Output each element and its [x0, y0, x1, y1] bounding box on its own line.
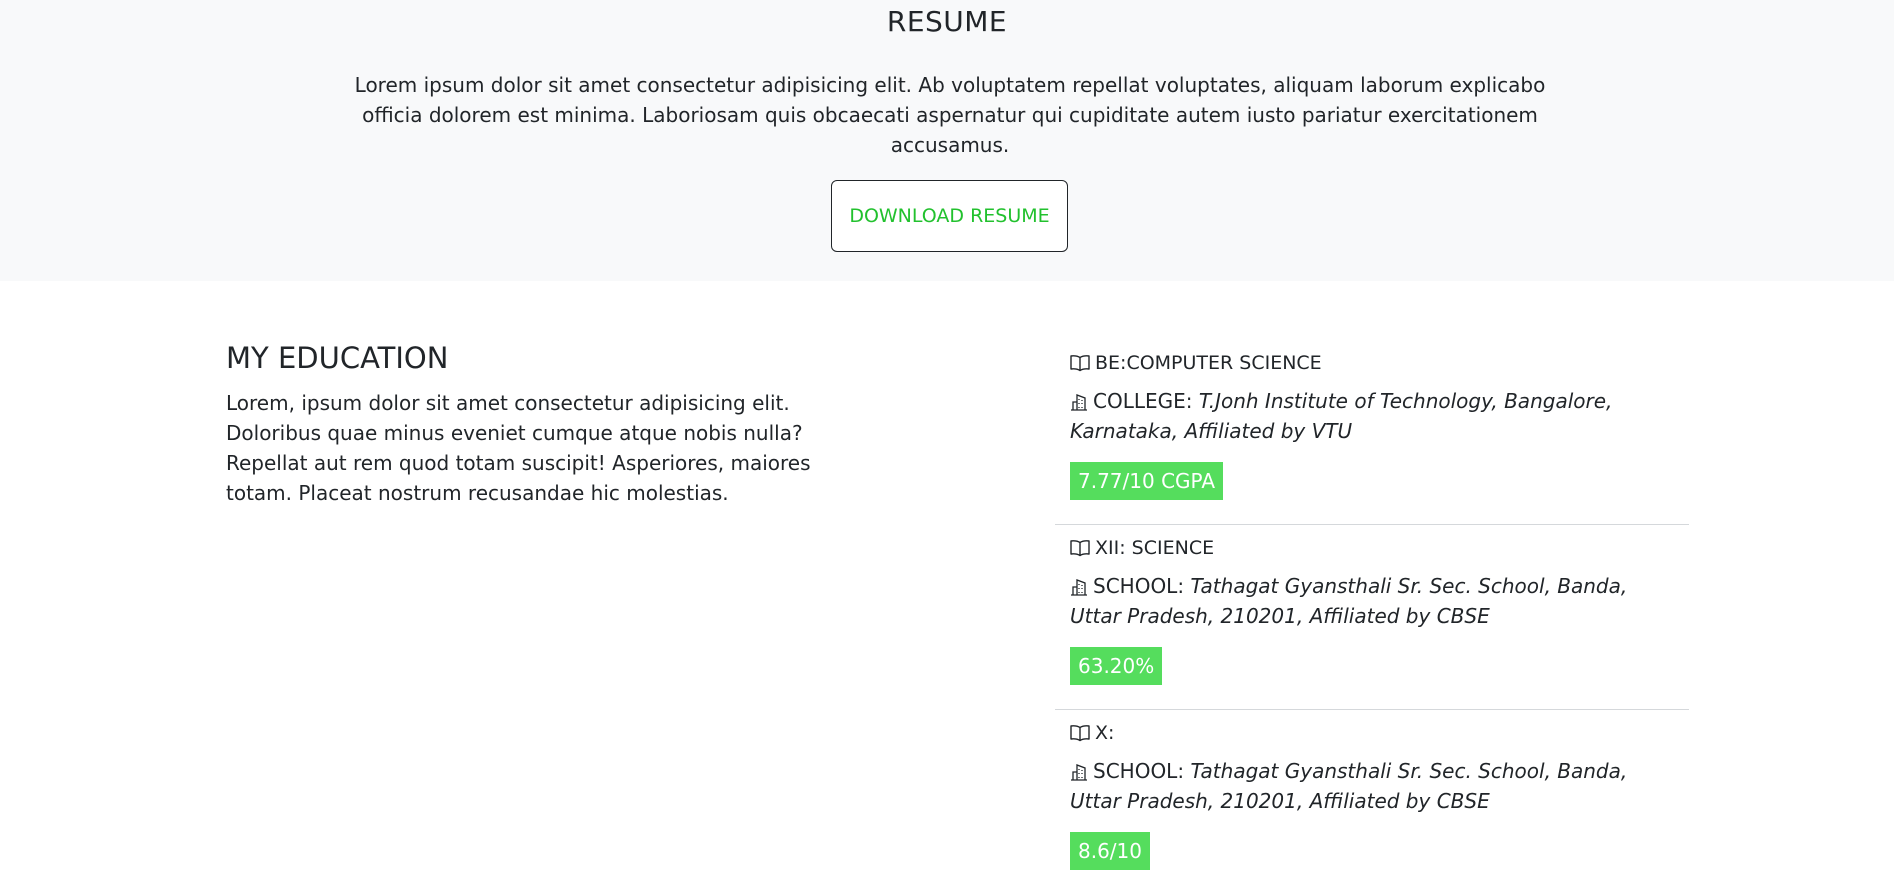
resume-intro: Lorem ipsum dolor sit amet consectetur a… — [354, 73, 1546, 157]
book-icon — [1070, 725, 1090, 742]
institution-row: SCHOOL: Tathagat Gyansthali Sr. Sec. Sch… — [1070, 571, 1660, 631]
institution-row: SCHOOL: Tathagat Gyansthali Sr. Sec. Sch… — [1070, 756, 1660, 816]
book-icon — [1070, 540, 1090, 557]
download-resume-button[interactable]: DOWNLOAD RESUME — [831, 180, 1068, 252]
book-icon — [1070, 355, 1090, 372]
score-badge: 7.77/10 CGPA — [1070, 462, 1224, 500]
institution-label: COLLEGE: — [1093, 389, 1193, 413]
resume-section: RESUME Lorem ipsum dolor sit amet consec… — [0, 0, 1894, 281]
score-badge: 63.20% — [1070, 647, 1163, 685]
degree-title: XII: SCIENCE — [1095, 537, 1215, 559]
degree-row: BE:COMPUTER SCIENCE — [1070, 352, 1322, 374]
degree-title: BE:COMPUTER SCIENCE — [1095, 352, 1322, 374]
education-description: Lorem, ipsum dolor sit amet consectetur … — [226, 391, 811, 505]
building-icon — [1071, 764, 1087, 781]
score-badge: 8.6/10 — [1070, 832, 1150, 870]
degree-row: XII: SCIENCE — [1070, 537, 1214, 559]
education-list: BE:COMPUTER SCIENCE COLLEGE: T.Jonh Inst… — [1055, 340, 1689, 895]
education-item: X: SCHOOL: Tathagat Gyansthali Sr. Sec. … — [1055, 710, 1689, 895]
institution-row: COLLEGE: T.Jonh Institute of Technology,… — [1070, 386, 1660, 446]
building-icon — [1071, 394, 1087, 411]
building-icon — [1071, 579, 1087, 596]
institution-label: SCHOOL: — [1093, 759, 1185, 783]
institution-label: SCHOOL: — [1093, 574, 1185, 598]
resume-title: RESUME — [886, 5, 1008, 38]
education-heading: MY EDUCATION — [226, 341, 449, 375]
degree-title: X: — [1095, 722, 1115, 744]
degree-row: X: — [1070, 722, 1114, 744]
education-item: BE:COMPUTER SCIENCE COLLEGE: T.Jonh Inst… — [1055, 340, 1689, 525]
education-item: XII: SCIENCE SCHOOL: Tathagat Gyansthali… — [1055, 525, 1689, 710]
